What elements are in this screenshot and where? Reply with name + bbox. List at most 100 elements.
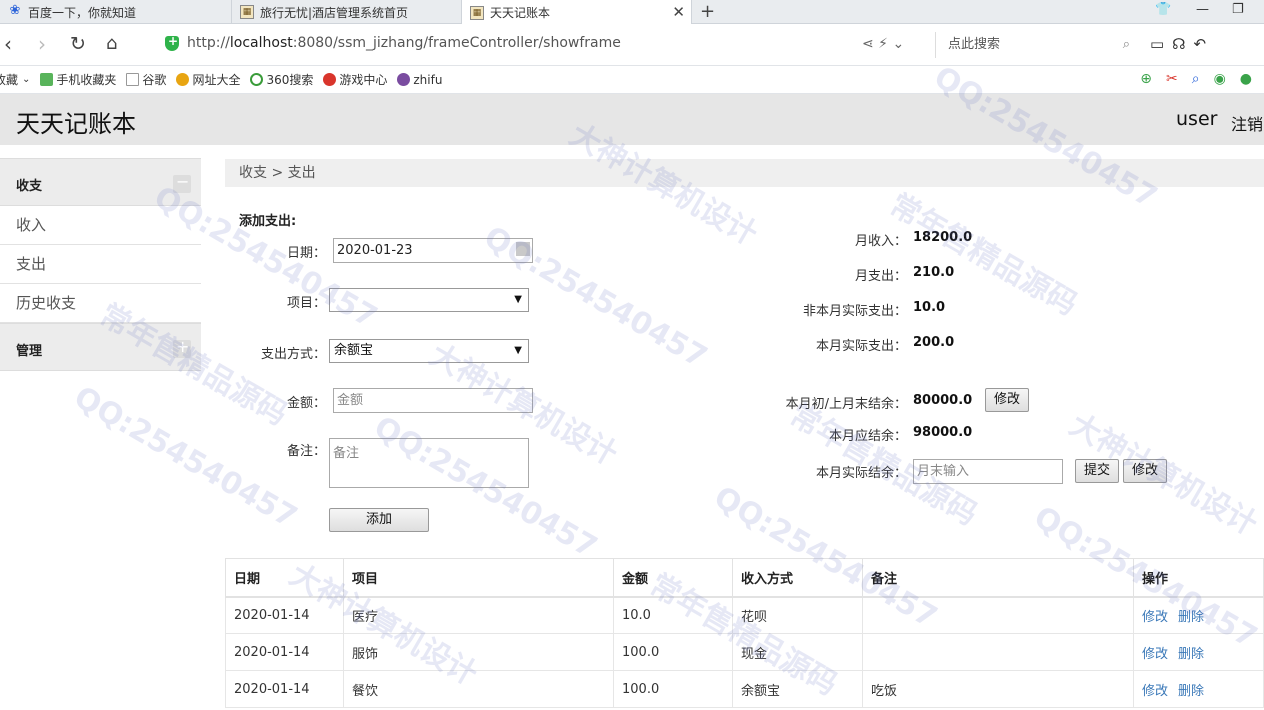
cell-note: 吃饭: [862, 670, 1134, 708]
collapse-icon[interactable]: [173, 172, 191, 193]
cell-method: 花呗: [732, 596, 863, 634]
restore-icon[interactable]: ❐: [1232, 2, 1244, 17]
page-icon: [397, 73, 411, 86]
expand-icon[interactable]: [173, 337, 191, 358]
bookmark-google[interactable]: 谷歌: [126, 71, 166, 88]
breadcrumb: 收支 > 支出: [225, 159, 1264, 187]
bookmark-360[interactable]: 360搜索: [250, 71, 313, 88]
scissors-icon[interactable]: ✂: [1166, 71, 1178, 87]
reload-icon[interactable]: ↻: [70, 32, 86, 56]
delete-row-link[interactable]: 删除: [1178, 647, 1204, 662]
url-field[interactable]: http://localhost:8080/ssm_jizhang/frameC…: [165, 34, 621, 51]
note-textarea[interactable]: 备注: [329, 438, 529, 488]
note-placeholder: 备注: [333, 446, 360, 461]
bookmark-label: 谷歌: [142, 73, 167, 87]
sidebar-item-history[interactable]: 历史收支: [0, 284, 201, 323]
actual-balance-input[interactable]: 月末输入: [913, 459, 1063, 484]
delete-row-link[interactable]: 删除: [1178, 610, 1204, 625]
baidu-icon: ❀: [9, 3, 21, 18]
add-expense-button[interactable]: 添加: [329, 508, 429, 532]
cell-date: 2020-01-14: [225, 633, 344, 671]
current-user: user: [1176, 108, 1218, 130]
expected-balance-label: 本月应结余：: [828, 429, 907, 444]
home-icon[interactable]: ⌂: [106, 32, 117, 56]
share-icon[interactable]: ⋖ ⚡ ⌄: [862, 36, 904, 52]
browser-tab-hotel[interactable]: ▦ 旅行无忧|酒店管理系统首页: [232, 0, 462, 24]
cell-amount: 100.0: [613, 670, 733, 708]
edit-actual-balance-button[interactable]: 修改: [1123, 459, 1167, 483]
extension-icon[interactable]: ⊕: [1140, 71, 1152, 87]
search-icon: [250, 73, 264, 86]
address-bar: ‹ › ↻ ⌂ http://localhost:8080/ssm_jizhan…: [0, 24, 1264, 66]
browser-tab-jizhang[interactable]: ▦ 天天记账本 ✕: [462, 0, 692, 25]
minimize-icon[interactable]: —: [1196, 2, 1209, 17]
edit-opening-balance-button[interactable]: 修改: [985, 388, 1029, 412]
security-shield-icon: [165, 34, 179, 51]
edit-row-link[interactable]: 修改: [1142, 684, 1168, 699]
method-select[interactable]: 余额宝 ▼: [329, 339, 529, 363]
extension-icons: ⊕ ✂ ⌕ ◉ ●: [1140, 71, 1252, 87]
sidebar-group-income-expense[interactable]: 收支: [0, 158, 201, 206]
column-header-item: 项目: [343, 558, 614, 598]
search-icon[interactable]: ⌕: [1123, 32, 1130, 58]
bookmark-mobile[interactable]: 手机收藏夹: [40, 71, 116, 88]
wallet-icon[interactable]: ●: [1240, 71, 1252, 87]
bookmark-zhifu[interactable]: zhifu: [397, 73, 442, 87]
edit-row-link[interactable]: 修改: [1142, 610, 1168, 625]
table-row: 2020-01-14 医疗 10.0 花呗 修改 删除: [225, 596, 1264, 634]
sidebar-item-expense[interactable]: 支出: [0, 245, 201, 284]
table-header-row: 日期 项目 金额 收入方式 备注 操作: [225, 558, 1264, 598]
month-income-value: 18200.0: [913, 230, 973, 245]
toolbar-icons[interactable]: ▭☊↶: [1150, 35, 1214, 53]
bookmark-portal[interactable]: 网址大全: [176, 71, 240, 88]
cell-date: 2020-01-14: [225, 670, 344, 708]
cell-actions: 修改 删除: [1133, 670, 1264, 708]
gamepad-icon[interactable]: ◉: [1214, 71, 1226, 87]
browser-tab-baidu[interactable]: ❀ 百度一下，你就知道: [0, 0, 232, 24]
date-input[interactable]: 2020-01-23: [333, 238, 533, 263]
shirt-icon[interactable]: 👕: [1155, 2, 1171, 17]
cell-item: 医疗: [343, 596, 614, 634]
bookmark-games[interactable]: 游戏中心: [323, 71, 387, 88]
actual-balance-label: 本月实际结余：: [815, 466, 907, 481]
forward-icon[interactable]: ›: [38, 32, 46, 56]
edit-row-link[interactable]: 修改: [1142, 647, 1168, 662]
app-title: 天天记账本: [16, 110, 136, 138]
item-label: 项目：: [286, 296, 326, 311]
bookmark-label: 360搜索: [266, 73, 314, 87]
cell-actions: 修改 删除: [1133, 633, 1264, 671]
back-icon[interactable]: ‹: [4, 32, 12, 56]
amount-input[interactable]: 金额: [333, 388, 533, 413]
month-income-label: 月收入：: [854, 234, 907, 249]
browser-tab-bar: ❀ 百度一下，你就知道 ▦ 旅行无忧|酒店管理系统首页 ▦ 天天记账本 ✕ + …: [0, 0, 1264, 25]
cell-note: [862, 633, 1134, 671]
bookmark-label: zhifu: [413, 72, 443, 87]
cell-note: [862, 596, 1134, 634]
expense-table: 日期 项目 金额 收入方式 备注 操作 2020-01-14 医疗 10.0 花…: [225, 558, 1264, 708]
delete-row-link[interactable]: 删除: [1178, 684, 1204, 699]
search-placeholder: 点此搜索: [948, 37, 1001, 52]
bookmark-label: 收藏: [0, 73, 19, 87]
globe-icon: [176, 73, 190, 86]
method-select-value: 余额宝: [334, 343, 374, 358]
sidebar-group-manage[interactable]: 管理: [0, 323, 201, 371]
expected-balance-value: 98000.0: [913, 425, 973, 440]
close-tab-icon[interactable]: ✕: [672, 3, 685, 21]
new-tab-icon[interactable]: +: [700, 1, 715, 22]
cell-method: 余额宝: [732, 670, 863, 708]
column-header-actions: 操作: [1133, 558, 1264, 598]
actual-balance-placeholder: 月末输入: [917, 464, 970, 479]
logout-link[interactable]: 注销: [1231, 111, 1263, 135]
phone-icon: [40, 73, 54, 86]
sidebar-item-income[interactable]: 收入: [0, 206, 201, 245]
item-select[interactable]: ▼: [329, 288, 529, 312]
browser-search-box[interactable]: 点此搜索 ⌕: [935, 32, 1140, 58]
date-label: 日期：: [286, 246, 326, 261]
bookmark-favorites[interactable]: 收藏 ⌄: [0, 71, 30, 88]
calendar-icon[interactable]: [516, 242, 530, 256]
month-expense-value: 210.0: [913, 265, 955, 280]
magnifier-icon[interactable]: ⌕: [1192, 71, 1200, 87]
chevron-down-icon: ⌄: [22, 74, 31, 85]
submit-actual-balance-button[interactable]: 提交: [1075, 459, 1119, 483]
cell-actions: 修改 删除: [1133, 596, 1264, 634]
